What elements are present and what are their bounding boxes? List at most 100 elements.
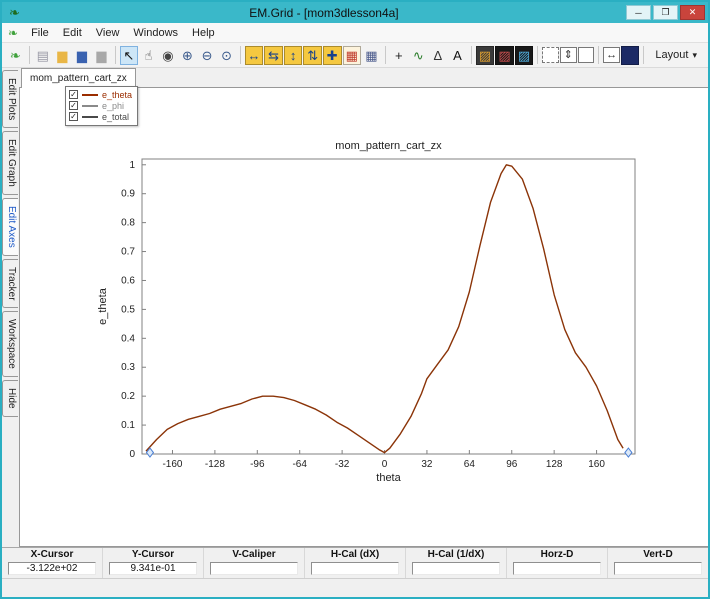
app-leaf-icon[interactable]: ❧: [6, 46, 25, 65]
sidebar-tab-tracker[interactable]: Tracker: [2, 258, 18, 309]
svg-text:0.5: 0.5: [121, 304, 135, 315]
toolbar-separator: [470, 46, 472, 64]
svg-text:mom_pattern_cart_zx: mom_pattern_cart_zx: [335, 140, 442, 152]
svg-text:32: 32: [421, 459, 433, 470]
h-caliper-icon[interactable]: ↔: [603, 47, 620, 63]
toolbar-separator: [384, 46, 386, 64]
svg-text:0.8: 0.8: [121, 218, 135, 229]
sidebar-tab-edit-graph[interactable]: Edit Graph: [2, 131, 18, 196]
svg-text:0.9: 0.9: [121, 189, 135, 200]
curve-fit-icon[interactable]: ∿: [409, 46, 428, 65]
toolbar-separator: [239, 46, 241, 64]
legend-checkbox-e-total[interactable]: ✓: [69, 112, 78, 121]
status-bar: X-Cursor -3.122e+02 Y-Cursor 9.341e-01 V-Cal…: [2, 547, 708, 579]
zoom-in-icon[interactable]: ⊕: [178, 46, 197, 65]
legend-item-e-phi: ✓ e_phi: [69, 100, 132, 111]
colormap-image-icon[interactable]: ▨: [475, 45, 495, 65]
y-expand-icon[interactable]: ⇅: [303, 45, 322, 65]
legend: ✓ e_theta ✓ e_phi ✓ e_total: [65, 86, 139, 126]
toolbar-separator: [114, 46, 116, 64]
legend-line-sample: [82, 115, 98, 118]
save-icon[interactable]: ▆: [73, 46, 92, 65]
svg-text:64: 64: [464, 459, 476, 470]
menu-windows[interactable]: Windows: [126, 25, 185, 41]
sidebar-tab-workspace[interactable]: Workspace: [2, 311, 18, 378]
svg-text:0.2: 0.2: [121, 391, 135, 402]
x-expand-icon[interactable]: ⇆: [264, 45, 283, 65]
window-title: EM.Grid - [mom3dlesson4a]: [249, 5, 399, 20]
status-value-vert-d: [614, 562, 702, 575]
xy-full-scale-icon[interactable]: ✚: [322, 45, 342, 65]
svg-text:96: 96: [506, 459, 518, 470]
chart[interactable]: 0 0.1 0.2 0.3 0.4 0.5 0.6 0.7 0.8 0.9 1 -160 -128 -96…: [20, 88, 708, 546]
svg-text:160: 160: [588, 459, 605, 470]
y-full-scale-icon[interactable]: ↕: [283, 45, 303, 65]
select-region-icon[interactable]: [542, 47, 559, 63]
minimize-button[interactable]: ─: [626, 5, 651, 20]
legend-item-e-theta: ✓ e_theta: [69, 89, 132, 100]
svg-text:-160: -160: [162, 459, 182, 470]
menu-view[interactable]: View: [89, 25, 127, 41]
zoom-out-icon[interactable]: ⊖: [198, 46, 217, 65]
svg-text:-32: -32: [335, 459, 350, 470]
app-window: ❧ EM.Grid - [mom3dlesson4a] ─ ❐ ✕ ❧ File…: [0, 0, 710, 599]
menu-bar: ❧ File Edit View Windows Help: [2, 23, 708, 43]
autoscale-plot-icon[interactable]: ▦: [342, 45, 362, 65]
track-cursor-icon[interactable]: ◉: [159, 46, 178, 65]
svg-text:e_theta: e_theta: [97, 287, 109, 325]
grid-toggle-icon[interactable]: ▦: [362, 46, 381, 65]
doc-tab-mom-pattern-cart-zx[interactable]: mom_pattern_cart_zx: [21, 68, 136, 88]
toolbar-separator: [537, 46, 539, 64]
menu-app-icon: ❧: [8, 25, 19, 40]
svg-text:1: 1: [129, 160, 135, 171]
svg-text:0: 0: [382, 459, 388, 470]
status-value-v-caliper: [210, 562, 298, 575]
menu-help[interactable]: Help: [185, 25, 222, 41]
app-logo-icon: ❧: [9, 5, 20, 20]
svg-text:0.1: 0.1: [121, 420, 135, 431]
status-header-x-cursor: X-Cursor: [30, 549, 74, 560]
status-value-h-cal-dx: [311, 562, 399, 575]
svg-text:0.7: 0.7: [121, 247, 135, 258]
annotation-box-icon[interactable]: [577, 47, 595, 63]
sidebar-tab-edit-plots[interactable]: Edit Plots: [2, 70, 18, 129]
sidebar-tab-edit-axes[interactable]: Edit Axes: [2, 198, 18, 256]
status-header-horz-d: Horz-D: [540, 549, 574, 560]
legend-label: e_total: [102, 111, 130, 122]
status-header-v-caliper: V-Caliper: [232, 549, 276, 560]
legend-label: e_theta: [102, 89, 133, 100]
toolbar-separator: [643, 46, 645, 64]
select-cursor-icon[interactable]: ↖: [119, 45, 139, 65]
print-icon[interactable]: ▆: [92, 46, 111, 65]
v-caliper-icon[interactable]: ⇕: [559, 47, 577, 63]
pan-hand-icon[interactable]: ☝: [139, 46, 158, 65]
chevron-down-icon: ▾: [692, 49, 697, 60]
svg-text:0: 0: [129, 449, 135, 460]
maximize-button[interactable]: ❐: [653, 5, 678, 20]
menu-file[interactable]: File: [24, 25, 56, 41]
status-header-vert-d: Vert-D: [643, 549, 673, 560]
legend-checkbox-e-theta[interactable]: ✓: [69, 90, 78, 99]
new-file-icon[interactable]: ▤: [33, 46, 52, 65]
line-color-swatch[interactable]: [620, 45, 640, 65]
layout-dropdown-label: Layout: [655, 49, 689, 61]
svg-text:-128: -128: [205, 459, 225, 470]
menu-edit[interactable]: Edit: [56, 25, 89, 41]
layout-dropdown[interactable]: Layout ▾: [648, 47, 704, 63]
status-value-y-cursor: 9.341e-01: [109, 562, 197, 575]
add-cursor-icon[interactable]: +: [390, 46, 409, 65]
x-full-scale-icon[interactable]: ↔: [244, 45, 264, 65]
delta-marker-icon[interactable]: Δ: [429, 46, 448, 65]
title-bar: ❧ EM.Grid - [mom3dlesson4a] ─ ❐ ✕: [2, 2, 708, 23]
open-folder-icon[interactable]: ▆: [53, 46, 72, 65]
sidebar-tabs: Edit Plots Edit Graph Edit Axes Tracker Work…: [2, 69, 20, 543]
status-col-vert-d: Vert-D: [608, 548, 708, 578]
surface-plot-icon[interactable]: ▨: [514, 45, 534, 65]
legend-checkbox-e-phi[interactable]: ✓: [69, 101, 78, 110]
image-plot-icon[interactable]: ▨: [495, 45, 514, 65]
svg-text:0.3: 0.3: [121, 362, 135, 373]
zoom-window-icon[interactable]: ⊙: [217, 46, 236, 65]
text-annotation-icon[interactable]: A: [448, 46, 467, 65]
close-button[interactable]: ✕: [680, 5, 705, 20]
sidebar-tab-hide[interactable]: Hide: [2, 380, 18, 417]
